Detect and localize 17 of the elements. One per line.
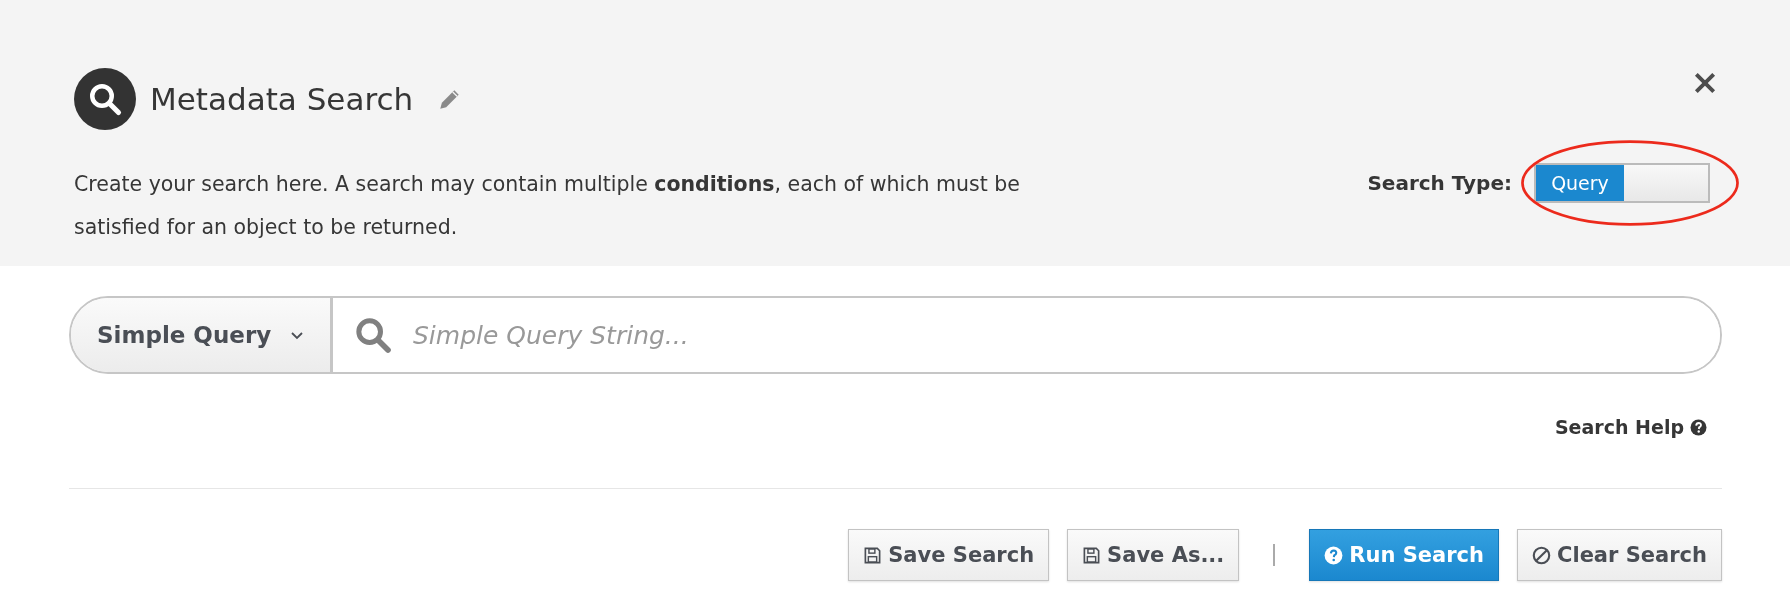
action-button[interactable]: Clear Search <box>1517 529 1722 581</box>
help-icon <box>1324 545 1344 565</box>
search-icon <box>87 81 123 117</box>
help-icon <box>1690 418 1707 436</box>
query-input-field[interactable]: Simple Query String... <box>411 319 1720 351</box>
dialog-title: Metadata Search <box>150 81 414 117</box>
action-button[interactable]: Save As... <box>1067 529 1240 581</box>
action-button[interactable]: Save Search <box>848 529 1050 581</box>
description-text: Create your search here. A search may contain multiple conditions, each of which must be satisfied for an object to be returned. <box>74 171 1021 241</box>
ban-icon <box>1532 545 1551 565</box>
search-bar[interactable]: Simple Query Simple Query String... <box>69 296 1722 374</box>
search-icon <box>353 315 393 355</box>
search-help-link[interactable]: Search Help <box>1554 416 1707 438</box>
search-type-label: Search Type: <box>1367 171 1512 195</box>
close-icon[interactable] <box>1692 70 1718 96</box>
query-toggle[interactable]: Query <box>1534 163 1710 203</box>
query-mode-dropdown[interactable]: Simple Query <box>71 298 333 372</box>
